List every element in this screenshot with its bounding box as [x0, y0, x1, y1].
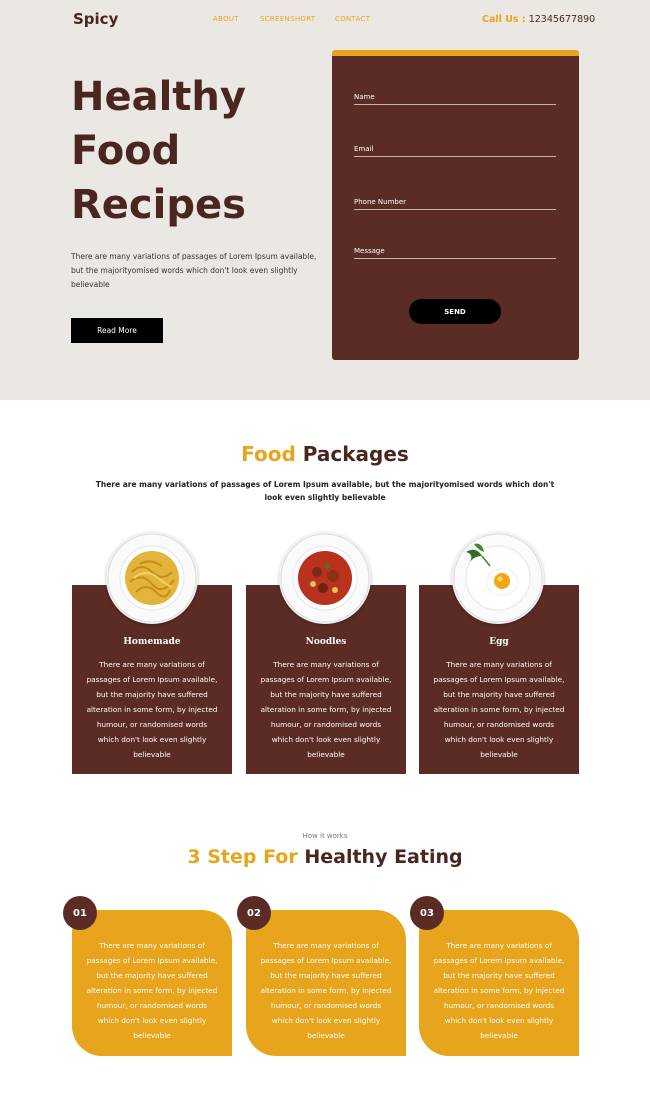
nav-contact-link[interactable]: CONTACT	[335, 15, 370, 23]
steps-title: 3 Step For Healthy Eating	[0, 846, 650, 868]
how-it-works-eyebrow: How it works	[302, 832, 348, 840]
nav-about-link[interactable]: ABOUT	[213, 15, 239, 23]
nav-screenshort-link[interactable]: SCREENSHORT	[260, 15, 315, 23]
step-card-2: There are many variations of passages of…	[246, 910, 406, 1056]
steps-title-accent: 3 Step For	[187, 846, 298, 868]
noodle-soup-bowl-image	[279, 532, 371, 624]
pasta-plate-image	[106, 532, 198, 624]
call-us-number[interactable]: 12345677890	[529, 14, 596, 25]
package-text: There are many variations of passages of…	[86, 660, 218, 759]
egg-plate-image	[452, 532, 544, 624]
package-name: Homemade	[123, 637, 181, 647]
hero-title-line-1: Healthy	[71, 74, 246, 120]
step-number-badge: 01	[63, 896, 97, 930]
call-us-label: Call Us :	[482, 14, 526, 25]
step-number-badge: 02	[237, 896, 271, 930]
step-text: There are many variations of passages of…	[260, 941, 392, 1040]
call-us: Call Us : 12345677890	[482, 14, 595, 25]
step-text: There are many variations of passages of…	[433, 941, 565, 1040]
step-number-badge: 03	[410, 896, 444, 930]
hero-title-line-2: Food	[71, 128, 181, 174]
packages-subtitle: There are many variations of passages of…	[95, 480, 555, 502]
name-field[interactable]	[354, 89, 556, 105]
hero-description: There are many variations of passages of…	[71, 252, 317, 289]
step-text: There are many variations of passages of…	[86, 941, 218, 1040]
package-name: Egg	[489, 637, 509, 647]
contact-form: SEND	[332, 50, 579, 360]
packages-title-accent: Food	[241, 442, 296, 466]
step-card-1: There are many variations of passages of…	[72, 910, 232, 1056]
hero-section: Spicy ABOUT SCREENSHORT CONTACT Call Us …	[0, 0, 650, 400]
package-text: There are many variations of passages of…	[433, 660, 565, 759]
message-field[interactable]	[354, 243, 556, 259]
site-logo[interactable]: Spicy	[73, 10, 118, 28]
packages-title-rest: Packages	[302, 442, 409, 466]
steps-title-rest: Healthy Eating	[304, 846, 463, 868]
email-field[interactable]	[354, 141, 556, 157]
package-text: There are many variations of passages of…	[260, 660, 392, 759]
packages-title: Food Packages	[0, 442, 650, 466]
step-card-3: There are many variations of passages of…	[419, 910, 579, 1056]
package-name: Noodles	[305, 637, 347, 647]
send-button[interactable]: SEND	[409, 299, 501, 324]
hero-title-line-3: Recipes	[71, 182, 246, 228]
read-more-button[interactable]: Read More	[71, 318, 163, 343]
hero-title: Healthy Food Recipes	[71, 70, 321, 232]
phone-field[interactable]	[354, 194, 556, 210]
